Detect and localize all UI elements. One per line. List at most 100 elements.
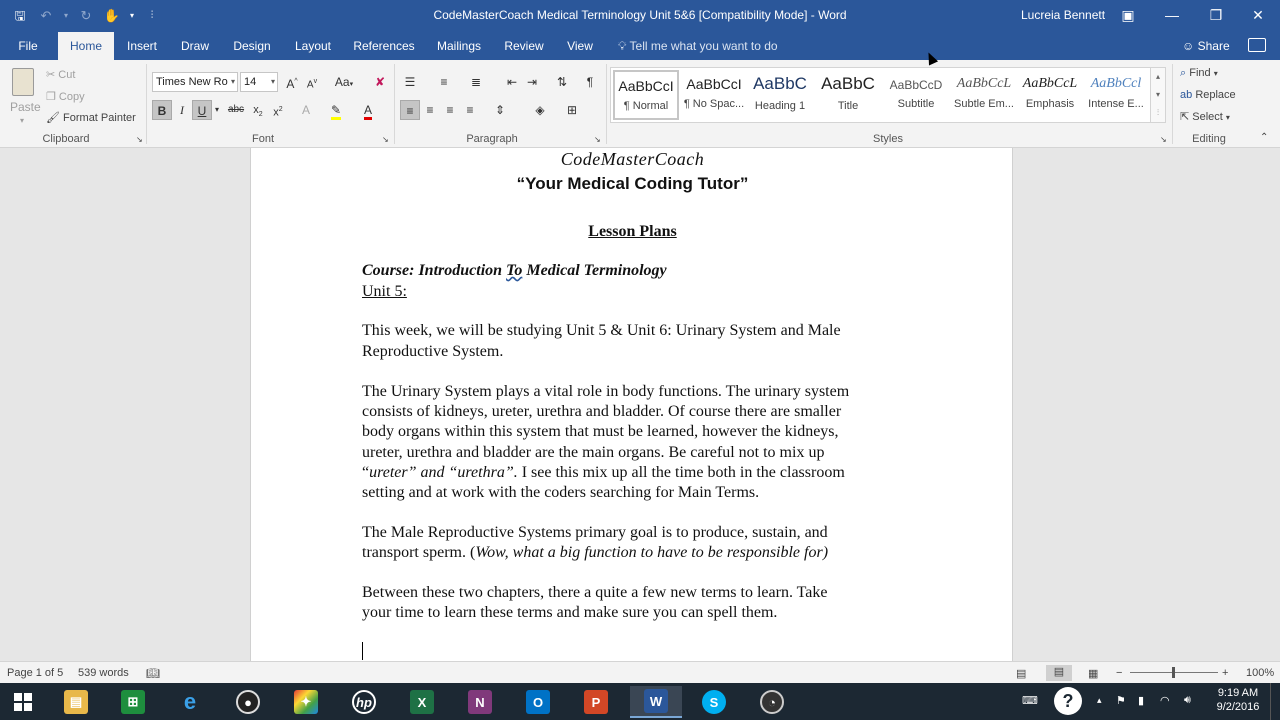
style-subtitle[interactable]: AaBbCcD Subtitle: [883, 70, 949, 120]
align-left-icon[interactable]: ≡: [400, 100, 420, 120]
highlight-icon[interactable]: ✎: [326, 100, 346, 120]
tab-review[interactable]: Review: [500, 32, 548, 60]
page-count[interactable]: Page 1 of 5: [7, 667, 63, 679]
paste-button[interactable]: Paste: [10, 100, 41, 114]
comments-icon[interactable]: [1248, 38, 1266, 52]
sort-icon[interactable]: ⇅: [552, 72, 572, 92]
document-area[interactable]: CodeMasterCoach “Your Medical Coding Tut…: [0, 148, 1280, 661]
clipboard-launcher-icon[interactable]: ↘: [136, 135, 143, 144]
replace-button[interactable]: ab Replace: [1180, 89, 1236, 101]
gallery-up-icon[interactable]: ▴: [1151, 68, 1165, 86]
file-explorer-icon[interactable]: ▤: [50, 686, 102, 718]
zoom-level[interactable]: 100%: [1246, 667, 1274, 679]
tab-view[interactable]: View: [562, 32, 598, 60]
clear-formatting-icon[interactable]: ✘: [370, 72, 390, 92]
tab-design[interactable]: Design: [228, 32, 276, 60]
photos-app-icon[interactable]: ✦: [280, 686, 332, 718]
obs-icon[interactable]: ◔: [746, 686, 798, 718]
shrink-font-icon[interactable]: Av: [302, 72, 322, 92]
tab-mailings[interactable]: Mailings: [432, 32, 486, 60]
share-button[interactable]: ☺ Share: [1182, 32, 1230, 60]
show-formatting-marks-icon[interactable]: ¶: [580, 72, 600, 92]
volume-icon[interactable]: 🔊︎: [1184, 694, 1191, 707]
help-icon[interactable]: ?: [1054, 687, 1082, 715]
cut-button[interactable]: ✂ Cut: [46, 68, 75, 81]
select-button[interactable]: ⇱ Select ▾: [1180, 110, 1230, 123]
zoom-in-icon[interactable]: +: [1222, 667, 1228, 679]
line-spacing-icon[interactable]: ⇕: [490, 100, 510, 120]
action-center-flag-icon[interactable]: ⚑: [1116, 694, 1126, 707]
italic-button[interactable]: I: [172, 100, 192, 120]
decrease-indent-icon[interactable]: ⇤: [502, 72, 522, 92]
paste-dropdown-icon[interactable]: ▾: [20, 116, 24, 125]
find-button[interactable]: ⌕ Find ▾: [1180, 67, 1218, 80]
tab-insert[interactable]: Insert: [120, 32, 164, 60]
strikethrough-button[interactable]: abc: [226, 100, 246, 120]
font-size-dropdown-icon[interactable]: ▾: [271, 73, 275, 91]
font-size-combo[interactable]: 14 ▾: [240, 72, 278, 92]
collapse-ribbon-icon[interactable]: ⌃: [1260, 132, 1268, 143]
underline-dropdown-icon[interactable]: ▾: [212, 100, 222, 120]
user-name[interactable]: Lucreia Bennett: [1021, 8, 1105, 22]
web-layout-icon[interactable]: ▦: [1088, 667, 1098, 680]
numbering-icon[interactable]: ≡: [434, 72, 454, 92]
paragraph-launcher-icon[interactable]: ↘: [594, 135, 601, 144]
restore-icon[interactable]: ❐: [1194, 0, 1238, 32]
zoom-slider-thumb[interactable]: [1172, 667, 1175, 678]
increase-indent-icon[interactable]: ⇥: [522, 72, 542, 92]
show-hidden-icons-icon[interactable]: ▴: [1097, 695, 1102, 706]
keyboard-icon[interactable]: ⌨: [1022, 694, 1038, 707]
format-painter-button[interactable]: 🖌︎ Format Painter: [46, 111, 136, 124]
hp-icon[interactable]: hp: [338, 686, 390, 718]
text-effects-icon[interactable]: A: [296, 100, 316, 120]
styles-gallery-scroll[interactable]: ▴ ▾ ⫶: [1150, 67, 1166, 123]
internet-explorer-icon[interactable]: e: [164, 686, 216, 718]
zoom-out-icon[interactable]: −: [1116, 667, 1122, 679]
close-icon[interactable]: ✕: [1236, 0, 1280, 32]
tell-me-search[interactable]: 💡︎ Tell me what you want to do: [618, 32, 778, 60]
font-name-dropdown-icon[interactable]: ▾: [231, 73, 235, 91]
proofing-icon[interactable]: 📖︎: [146, 667, 160, 680]
gallery-down-icon[interactable]: ▾: [1151, 86, 1165, 104]
superscript-button[interactable]: x2: [268, 100, 288, 120]
read-mode-icon[interactable]: ▤: [1016, 667, 1026, 680]
style-no-spacing[interactable]: AaBbCcI ¶ No Spac...: [681, 70, 747, 120]
word-icon[interactable]: W: [630, 686, 682, 718]
tab-home[interactable]: Home: [58, 32, 114, 60]
find-dropdown-icon[interactable]: ▾: [1214, 69, 1218, 78]
align-right-icon[interactable]: ≡: [440, 100, 460, 120]
style-subtle-emphasis[interactable]: AaBbCcL Subtle Em...: [951, 70, 1017, 120]
show-desktop-button[interactable]: [1270, 683, 1280, 720]
excel-icon[interactable]: X: [396, 686, 448, 718]
style-intense-emphasis[interactable]: AaBbCcl Intense E...: [1083, 70, 1149, 120]
copy-button[interactable]: ❐ Copy: [46, 90, 85, 103]
print-layout-icon[interactable]: ▤: [1046, 665, 1072, 681]
skype-icon[interactable]: S: [688, 686, 740, 718]
clock[interactable]: 9:19 AM 9/2/2016: [1212, 687, 1264, 713]
font-color-icon[interactable]: A: [358, 100, 378, 120]
font-launcher-icon[interactable]: ↘: [382, 135, 389, 144]
outlook-icon[interactable]: O: [512, 686, 564, 718]
style-title[interactable]: AaBbC Title: [815, 70, 881, 120]
battery-icon[interactable]: ▮: [1138, 694, 1144, 707]
gallery-more-icon[interactable]: ⫶: [1151, 104, 1165, 122]
bullets-icon[interactable]: ☰: [400, 72, 420, 92]
underline-button[interactable]: U: [192, 100, 212, 120]
onenote-icon[interactable]: N: [454, 686, 506, 718]
word-count[interactable]: 539 words: [78, 667, 129, 679]
style-heading-1[interactable]: AaBbC Heading 1: [747, 70, 813, 120]
font-name-combo[interactable]: Times New Ro ▾: [152, 72, 238, 92]
select-dropdown-icon[interactable]: ▾: [1226, 113, 1230, 122]
multilevel-list-icon[interactable]: ≣: [466, 72, 486, 92]
subscript-button[interactable]: x2: [248, 100, 268, 120]
styles-launcher-icon[interactable]: ↘: [1160, 135, 1167, 144]
tab-references[interactable]: References: [350, 32, 418, 60]
style-emphasis[interactable]: AaBbCcL Emphasis: [1017, 70, 1083, 120]
document-page[interactable]: CodeMasterCoach “Your Medical Coding Tut…: [250, 148, 1013, 661]
powerpoint-icon[interactable]: P: [570, 686, 622, 718]
store-icon[interactable]: ⊞: [107, 686, 159, 718]
wifi-icon[interactable]: ◠: [1160, 694, 1170, 707]
justify-icon[interactable]: ≡: [460, 100, 480, 120]
minimize-icon[interactable]: —: [1150, 0, 1194, 32]
style-normal[interactable]: AaBbCcI ¶ Normal: [613, 70, 679, 120]
